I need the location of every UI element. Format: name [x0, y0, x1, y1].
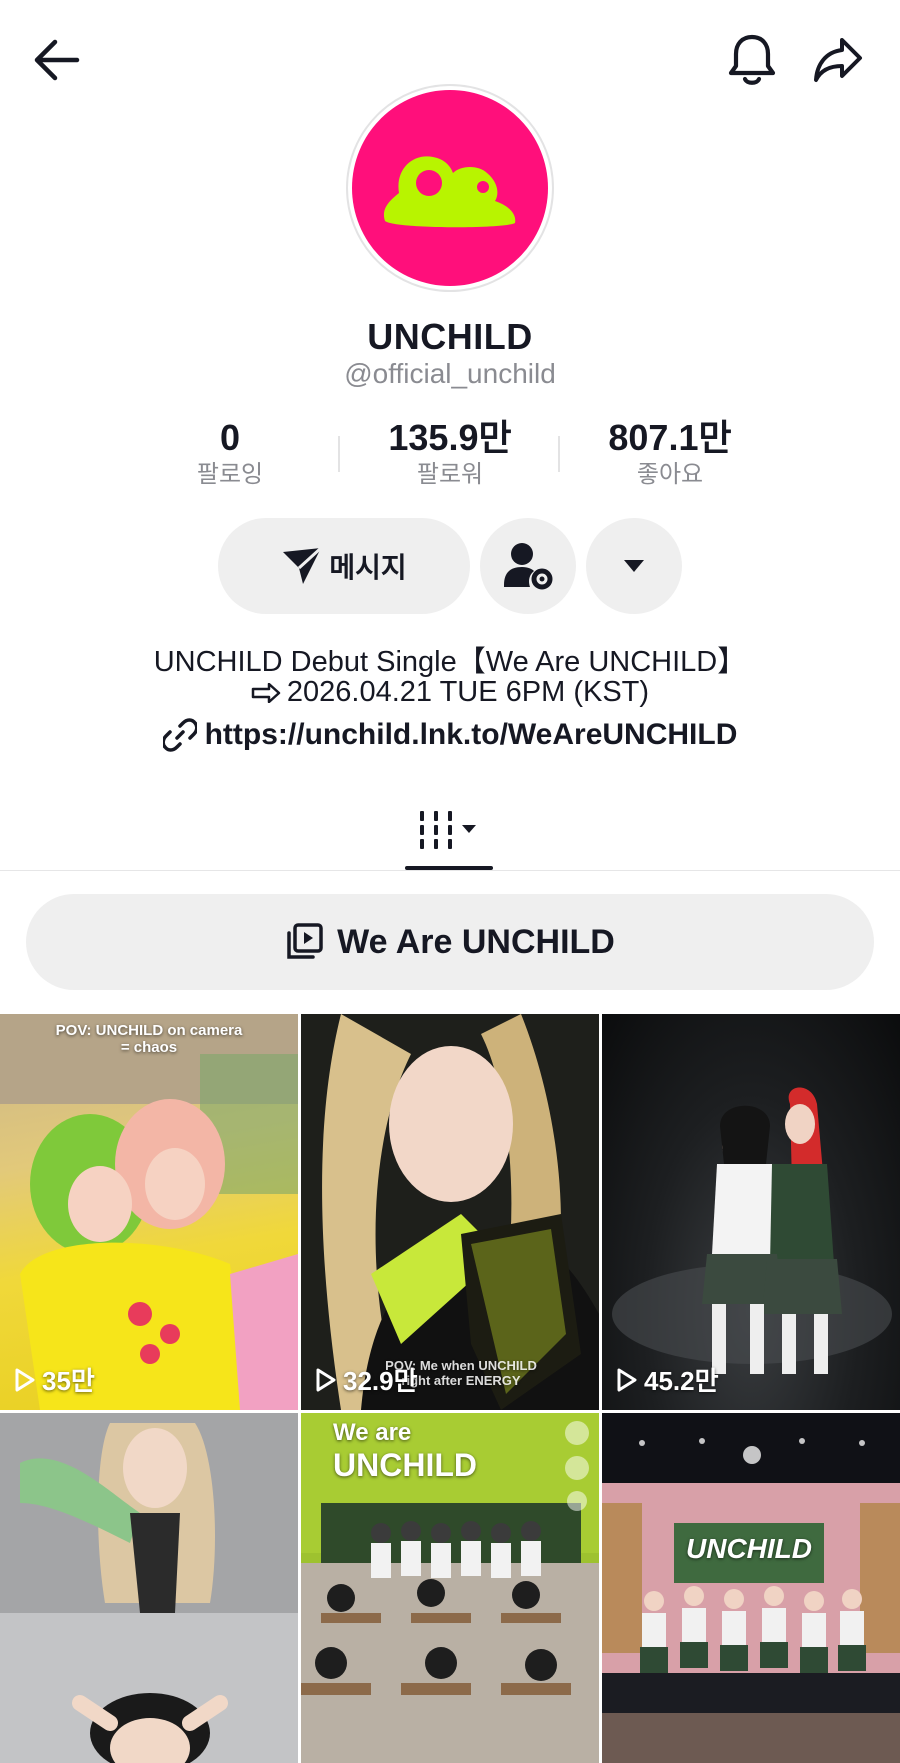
- back-button[interactable]: [20, 24, 92, 96]
- playlist-label: We Are UNCHILD: [337, 922, 615, 961]
- view-count-text: 32.9만: [343, 1366, 418, 1396]
- back-arrow-icon: [34, 39, 80, 81]
- play-icon: [15, 1368, 35, 1391]
- link-icon: [162, 718, 197, 752]
- profile-settings-button[interactable]: [480, 518, 576, 614]
- more-options-button[interactable]: [586, 518, 682, 614]
- message-label: 메시지: [329, 552, 407, 583]
- video-caption: POV: UNCHILD on camera = chaos: [0, 1022, 298, 1056]
- stat-divider: [338, 436, 340, 472]
- following-label: 팔로잉: [196, 461, 264, 488]
- stat-divider: [558, 436, 560, 472]
- likes-stat[interactable]: 807.1만 좋아요: [570, 416, 770, 490]
- profile-name: UNCHILD: [367, 316, 533, 357]
- avatar[interactable]: [346, 84, 554, 292]
- video-caption-line: = chaos: [120, 1039, 178, 1056]
- stage-screen-text: UNCHILD: [686, 1533, 812, 1564]
- playlist-button[interactable]: We Are UNCHILD: [26, 894, 874, 990]
- video-thumbnail: [0, 1413, 298, 1763]
- likes-label: 좋아요: [636, 461, 704, 488]
- profile-handle: @official_unchild: [344, 358, 556, 389]
- grid-icon: [420, 811, 476, 849]
- following-stat[interactable]: 0 팔로잉: [130, 416, 330, 490]
- frog-logo-icon: [383, 156, 516, 228]
- video-thumbnail: [602, 1413, 900, 1763]
- followers-label: 팔로워: [416, 461, 484, 488]
- followers-stat[interactable]: 135.9만 팔로워: [350, 416, 550, 490]
- bio-line-1: UNCHILD Debut Single【We Are UNCHILD】: [153, 646, 747, 678]
- tab-divider: [0, 870, 900, 871]
- play-icon: [316, 1368, 336, 1391]
- video-caption-line: We are: [333, 1419, 412, 1446]
- video-tile[interactable]: [0, 1413, 298, 1763]
- bio-link[interactable]: https://unchild.lnk.to/WeAreUNCHILD: [0, 718, 900, 752]
- share-button[interactable]: [800, 22, 876, 98]
- message-button[interactable]: 메시지: [218, 518, 470, 614]
- view-count-text: 45.2만: [644, 1366, 719, 1396]
- video-thumbnail: [322, 1014, 599, 1410]
- play-icon: [617, 1368, 637, 1391]
- caret-down-icon: [624, 560, 644, 572]
- video-thumbnail: [0, 1014, 298, 1410]
- view-count: 32.9만: [315, 1361, 418, 1398]
- user-settings-icon: [504, 543, 553, 590]
- notification-button[interactable]: [714, 22, 790, 98]
- followers-count: 135.9만: [388, 417, 512, 458]
- video-tile[interactable]: UNCHILD: [602, 1413, 900, 1763]
- video-caption-line: POV: UNCHILD on camera: [55, 1022, 243, 1039]
- bio-link-text: https://unchild.lnk.to/WeAreUNCHILD: [204, 718, 738, 751]
- bio-line-2: 2026.04.21 TUE 6PM (KST): [0, 676, 900, 709]
- bell-icon: [728, 34, 776, 85]
- video-tile[interactable]: POV: Me when UNCHILD right after ENERGY …: [301, 1014, 599, 1410]
- video-thumbnail: [612, 1087, 892, 1374]
- view-count-text: 35만: [42, 1366, 95, 1396]
- view-count: 45.2만: [616, 1361, 719, 1398]
- video-caption: We are UNCHILD: [333, 1419, 477, 1483]
- release-date: 2026.04.21 TUE 6PM (KST): [286, 676, 650, 708]
- arrow-emoji-icon: [251, 682, 281, 703]
- send-icon: [283, 546, 323, 584]
- video-caption-line: UNCHILD: [333, 1447, 477, 1483]
- video-tile[interactable]: 45.2만: [602, 1014, 900, 1410]
- video-tile[interactable]: POV: UNCHILD on camera = chaos 35만: [0, 1014, 298, 1410]
- following-count: 0: [219, 417, 241, 458]
- avatar-image: [352, 90, 548, 286]
- playlist-icon: [287, 923, 323, 959]
- likes-count: 807.1만: [608, 417, 732, 458]
- view-count: 35만: [14, 1361, 95, 1398]
- video-tile[interactable]: We are UNCHILD: [301, 1413, 599, 1763]
- tab-videos[interactable]: [405, 796, 493, 862]
- share-icon: [814, 38, 862, 82]
